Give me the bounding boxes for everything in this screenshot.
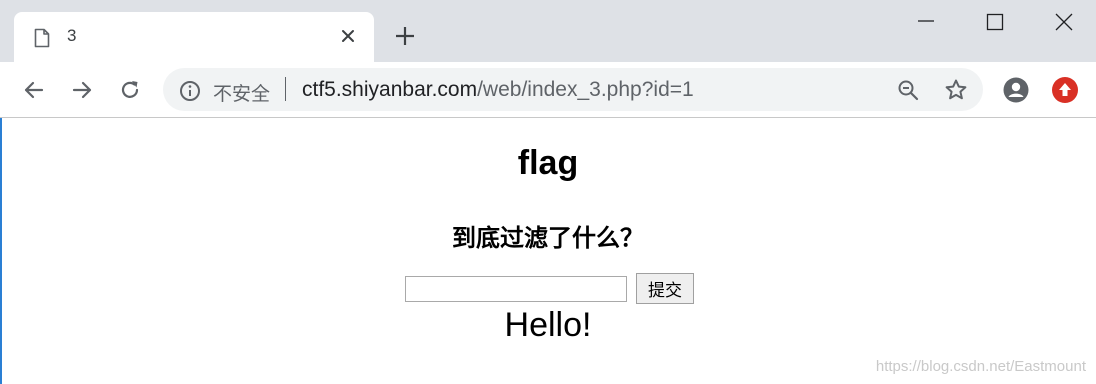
forward-icon[interactable] bbox=[70, 78, 94, 107]
url-text[interactable]: ctf5.shiyanbar.com/web/index_3.php?id=1 bbox=[302, 78, 694, 102]
address-bar[interactable]: 不安全 ctf5.shiyanbar.com/web/index_3.php?i… bbox=[163, 68, 983, 111]
new-tab-icon[interactable] bbox=[394, 25, 416, 52]
query-input[interactable] bbox=[405, 276, 627, 302]
tab-close-icon[interactable] bbox=[340, 28, 356, 49]
minimize-icon[interactable] bbox=[916, 10, 936, 35]
maximize-icon[interactable] bbox=[985, 10, 1005, 37]
back-icon[interactable] bbox=[22, 78, 46, 107]
zoom-icon[interactable] bbox=[897, 79, 919, 106]
reload-icon[interactable] bbox=[118, 78, 142, 107]
toolbar: 不安全 ctf5.shiyanbar.com/web/index_3.php?i… bbox=[0, 62, 1096, 118]
page-heading: flag bbox=[517, 144, 579, 182]
omnibox-separator bbox=[285, 77, 286, 101]
output-text: Hello! bbox=[504, 306, 592, 344]
tab-title: 3 bbox=[67, 26, 77, 45]
tab-active[interactable]: 3 bbox=[14, 12, 374, 62]
security-label[interactable]: 不安全 bbox=[213, 79, 270, 106]
page-subheading: 到底过滤了什么？ bbox=[452, 224, 644, 252]
window-close-icon[interactable] bbox=[1054, 10, 1074, 37]
watermark-text: https://blog.csdn.net/Eastmount bbox=[875, 358, 1086, 375]
extension-update-icon[interactable] bbox=[1052, 77, 1078, 103]
page-icon bbox=[34, 28, 50, 53]
info-icon[interactable] bbox=[179, 80, 201, 107]
tab-strip: 3 bbox=[0, 0, 1096, 62]
bookmark-star-icon[interactable] bbox=[944, 78, 968, 107]
page-content: flag 到底过滤了什么？ 提交 Hello! https://blog.csd… bbox=[0, 118, 1096, 384]
submit-button[interactable]: 提交 bbox=[636, 273, 694, 304]
url-path: /web/index_3.php?id=1 bbox=[477, 78, 694, 101]
profile-avatar-icon[interactable] bbox=[1003, 77, 1029, 108]
url-host: ctf5.shiyanbar.com bbox=[302, 78, 478, 101]
